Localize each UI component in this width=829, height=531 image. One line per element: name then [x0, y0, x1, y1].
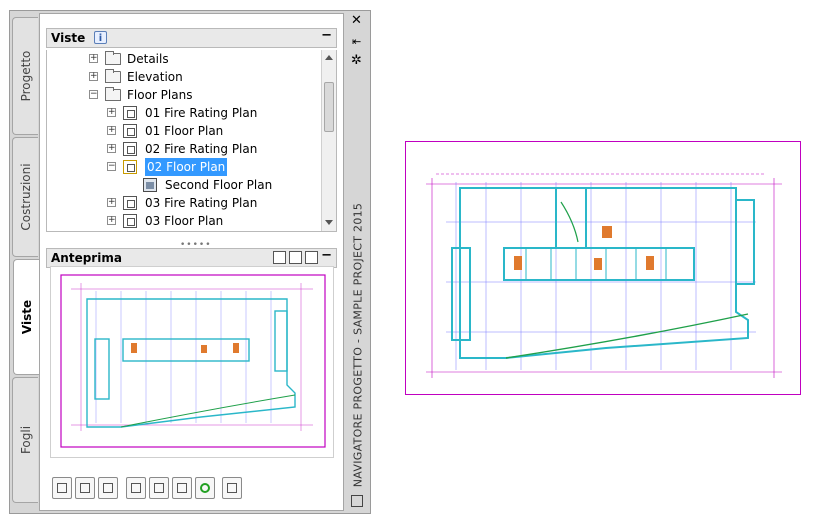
- scroll-thumb[interactable]: [324, 82, 334, 132]
- refresh-icon[interactable]: [195, 477, 215, 499]
- sheet-icon: [143, 178, 157, 192]
- view-properties-icon[interactable]: [98, 477, 118, 499]
- expand-icon[interactable]: +: [89, 72, 98, 81]
- expand-icon[interactable]: +: [107, 144, 116, 153]
- floor-plan-graphic: [426, 173, 782, 378]
- palette-title: NAVIGATORE PROGETTO - SAMPLE PROJECT 201…: [351, 202, 365, 488]
- collapse-icon[interactable]: −: [89, 90, 98, 99]
- palette-menu-icon[interactable]: [351, 495, 363, 507]
- view-icon: [123, 214, 137, 228]
- preview-zoom-icon[interactable]: [305, 251, 318, 264]
- palette-title-strip: ✕ ⇤ ✲ NAVIGATORE PROGETTO - SAMPLE PROJE…: [346, 11, 370, 513]
- tab-fogli[interactable]: Fogli: [12, 377, 38, 503]
- auto-hide-icon[interactable]: ⇤: [352, 35, 361, 48]
- info-icon[interactable]: i: [94, 31, 107, 44]
- folder-icon: [105, 69, 121, 83]
- new-view-icon[interactable]: [75, 477, 95, 499]
- expand-icon[interactable]: +: [107, 126, 116, 135]
- views-section-title: Viste: [51, 31, 86, 45]
- close-icon[interactable]: ✕: [351, 13, 362, 28]
- expand-icon[interactable]: +: [89, 54, 98, 63]
- tab-viste[interactable]: Viste: [13, 259, 40, 375]
- collapse-icon[interactable]: −: [107, 162, 116, 171]
- views-section-header: Viste i −: [46, 28, 337, 48]
- preview-thumbnail: [50, 266, 334, 458]
- view-icon: [123, 142, 137, 156]
- expand-icon[interactable]: +: [107, 216, 116, 225]
- scroll-down-arrow-icon[interactable]: [325, 220, 333, 225]
- preview-section-title: Anteprima: [51, 251, 122, 265]
- hierarchy-icon[interactable]: [222, 477, 242, 499]
- scroll-up-arrow-icon[interactable]: [325, 55, 333, 60]
- expand-icon[interactable]: +: [107, 108, 116, 117]
- floor-plan-drawing: [405, 141, 801, 395]
- project-navigator-palette: Progetto Costruzioni Viste Fogli Viste i…: [9, 10, 371, 514]
- folder-open-icon: [105, 87, 121, 101]
- view-icon: [123, 106, 137, 120]
- folder-icon: [105, 51, 121, 65]
- palette-content: Viste i − + Details + Elevation − Floor …: [39, 13, 344, 511]
- views-tree: + Details + Elevation − Floor Plans + 01…: [46, 50, 337, 232]
- view-icon: [123, 196, 137, 210]
- preview-toolbar: [270, 251, 318, 267]
- preview-floor-plan-drawing: [60, 274, 326, 448]
- select-tool-icon[interactable]: [149, 477, 169, 499]
- settings-icon[interactable]: ✲: [351, 53, 362, 68]
- tree-scrollbar[interactable]: [321, 50, 336, 231]
- preview-details-icon[interactable]: [289, 251, 302, 264]
- new-view-category-icon[interactable]: [52, 477, 72, 499]
- tab-costruzioni[interactable]: Costruzioni: [12, 137, 38, 257]
- preview-section-header: Anteprima −: [46, 248, 337, 268]
- preview-image-icon[interactable]: [273, 251, 286, 264]
- view-locked-icon: [123, 160, 137, 174]
- paste-icon[interactable]: [126, 477, 146, 499]
- palette-tabs: Progetto Costruzioni Viste Fogli: [10, 17, 40, 507]
- expand-icon[interactable]: +: [107, 198, 116, 207]
- collapse-views-button[interactable]: −: [321, 28, 332, 43]
- collapse-preview-button[interactable]: −: [321, 248, 332, 263]
- tab-progetto[interactable]: Progetto: [12, 17, 38, 135]
- sheet-set-icon[interactable]: [172, 477, 192, 499]
- view-icon: [123, 124, 137, 138]
